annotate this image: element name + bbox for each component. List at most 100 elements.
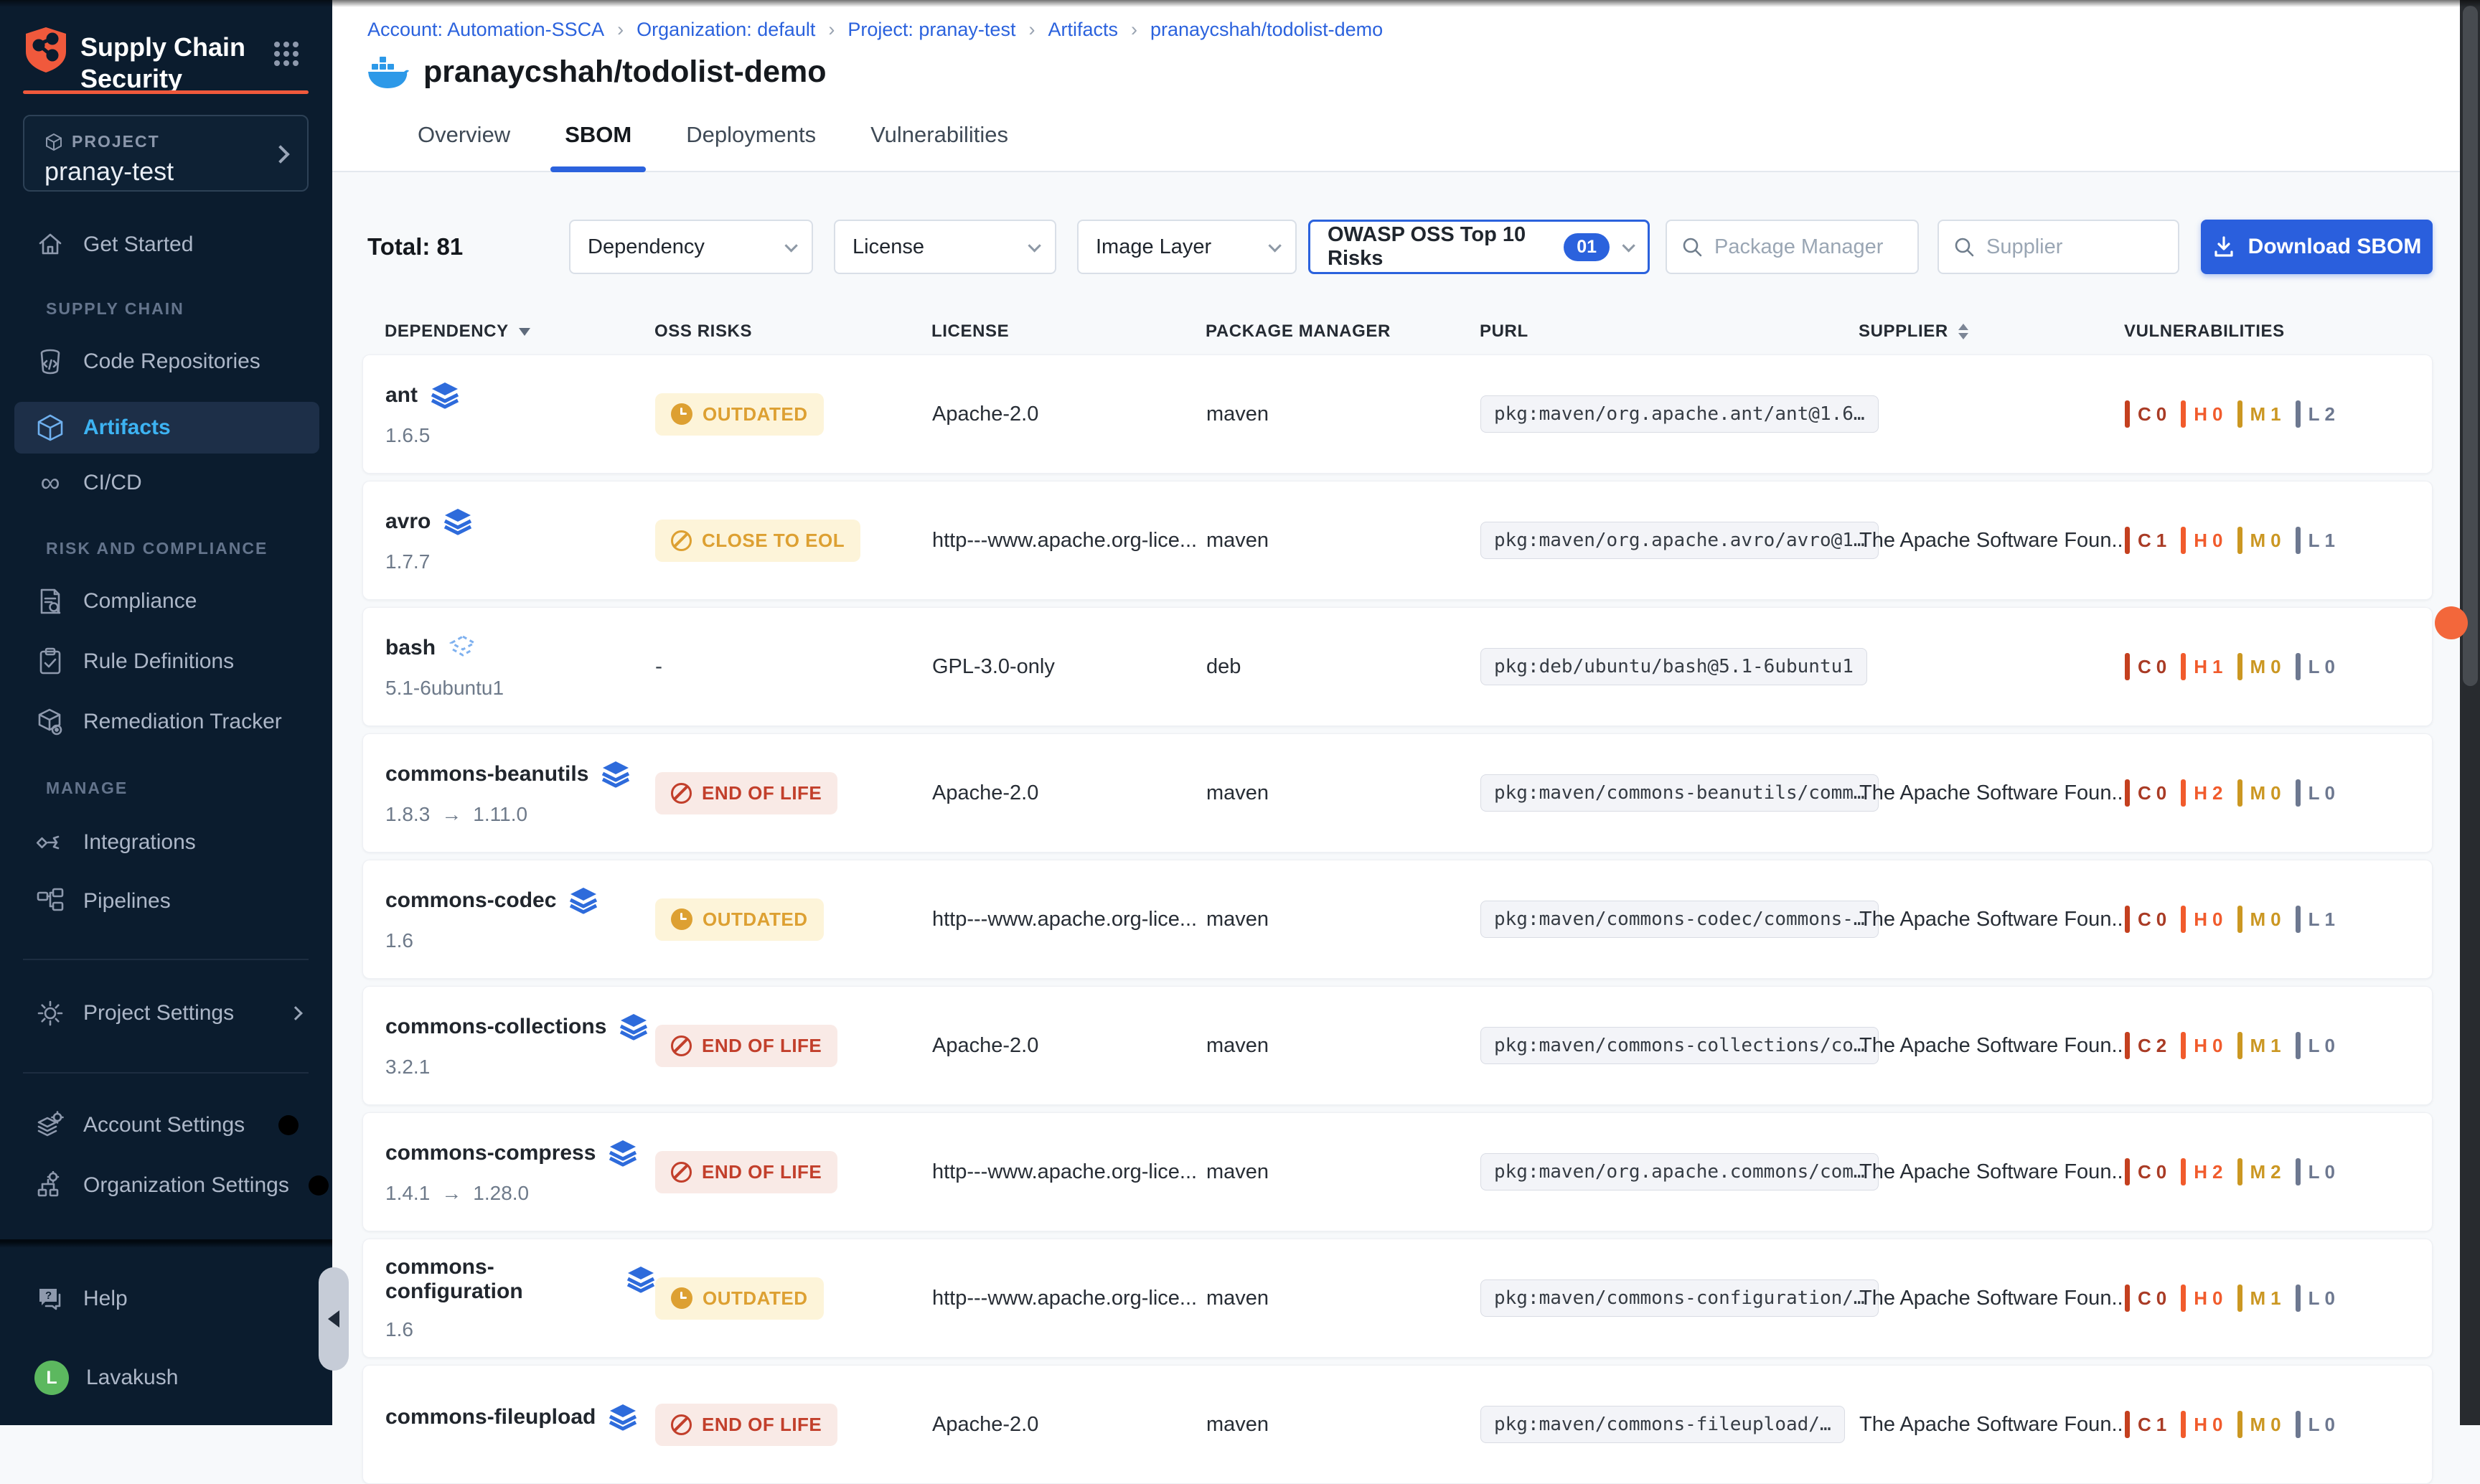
supplier-search[interactable] xyxy=(1938,220,2179,274)
breadcrumb-account[interactable]: Account: Automation-SSCA xyxy=(367,19,604,41)
tab-deployments[interactable]: Deployments xyxy=(682,116,820,171)
critical-count: C0 xyxy=(2125,1158,2166,1185)
sidebar-item-code-repositories[interactable]: Code Repositories xyxy=(14,340,319,383)
sidebar-item-get-started[interactable]: Get Started xyxy=(14,223,319,266)
chevron-down-icon xyxy=(784,239,797,252)
oss-risk-badge: END OF LIFE xyxy=(655,1151,837,1193)
tab-sbom[interactable]: SBOM xyxy=(560,116,636,171)
sidebar-item-remediation-tracker[interactable]: Remediation Tracker xyxy=(14,700,319,743)
upgrade-arrow-icon: → xyxy=(441,1182,461,1205)
package-manager-search[interactable] xyxy=(1666,220,1919,274)
sidebar-item-cicd[interactable]: ∞ CI/CD xyxy=(14,461,319,504)
sidebar-item-rule-definitions[interactable]: Rule Definitions xyxy=(14,640,319,683)
purl-value[interactable]: pkg:maven/org.apache.ant/ant@1.6… xyxy=(1480,395,1879,433)
breadcrumb-separator: › xyxy=(828,19,835,41)
supplier-value: The Apache Software Foun... xyxy=(1859,1413,2125,1437)
license-value: Apache-2.0 xyxy=(932,1034,1206,1058)
sidebar-item-help[interactable]: ? Help xyxy=(14,1277,319,1320)
package-manager-value: maven xyxy=(1206,781,1480,805)
oss-risk-badge: OUTDATED xyxy=(655,1277,824,1320)
sidebar-collapse-handle[interactable] xyxy=(319,1267,349,1371)
medium-count: M1 xyxy=(2237,400,2281,428)
medium-count: M0 xyxy=(2237,906,2281,933)
sidebar-item-compliance[interactable]: Compliance xyxy=(14,580,319,623)
purl-value[interactable]: pkg:maven/commons-beanutils/comm… xyxy=(1480,774,1879,812)
column-dependency[interactable]: DEPENDENCY xyxy=(385,321,654,342)
breadcrumb-artifact-name[interactable]: pranaycshah/todolist-demo xyxy=(1150,19,1383,41)
sidebar-item-organization-settings[interactable]: Organization Settings xyxy=(14,1164,319,1207)
purl-value[interactable]: pkg:deb/ubuntu/bash@5.1-6ubuntu1 xyxy=(1480,648,1867,685)
main-content: Account: Automation-SSCA › Organization:… xyxy=(332,0,2480,1425)
sidebar-item-artifacts[interactable]: Artifacts xyxy=(14,402,319,454)
vulnerability-counts: C0 H2 M2 L0 xyxy=(2125,1158,2432,1185)
docker-icon xyxy=(367,56,409,89)
scrollbar-thumb[interactable] xyxy=(2463,6,2478,686)
license-filter-dropdown[interactable]: License xyxy=(834,220,1056,274)
table-header: DEPENDENCY OSS RISKS LICENSE PACKAGE MAN… xyxy=(362,313,2433,350)
chevron-left-icon xyxy=(328,1310,339,1328)
table-row[interactable]: commons-configuration 1.6 xyxy=(362,1239,2433,1358)
license-value: http---www.apache.org-lice... xyxy=(932,1160,1206,1184)
medium-count: M2 xyxy=(2237,1158,2281,1185)
notification-dot[interactable] xyxy=(2435,606,2468,639)
table-row[interactable]: commons-fileupload xyxy=(362,1365,2433,1484)
column-purl: PURL xyxy=(1480,321,1859,342)
oss-risk-badge: END OF LIFE xyxy=(655,1025,837,1067)
dependency-version: 1.6 xyxy=(385,1318,655,1341)
supplier-search-input[interactable] xyxy=(1986,235,2164,259)
sidebar-item-pipelines[interactable]: Pipelines xyxy=(14,880,319,923)
package-manager-value: maven xyxy=(1206,908,1480,931)
vulnerability-counts: C0 H2 M0 L0 xyxy=(2125,779,2432,807)
purl-value[interactable]: pkg:maven/org.apache.avro/avro@1… xyxy=(1480,522,1879,559)
purl-value[interactable]: pkg:maven/org.apache.commons/com… xyxy=(1480,1153,1879,1191)
breadcrumb-artifacts[interactable]: Artifacts xyxy=(1048,19,1118,41)
tab-vulnerabilities[interactable]: Vulnerabilities xyxy=(866,116,1013,171)
tab-overview[interactable]: Overview xyxy=(413,116,515,171)
medium-count: M0 xyxy=(2237,527,2281,554)
sidebar-item-account-settings[interactable]: Account Settings xyxy=(14,1104,319,1147)
supplier-value: The Apache Software Foun... xyxy=(1859,1287,2125,1310)
download-sbom-button[interactable]: Download SBOM xyxy=(2201,220,2433,274)
column-supplier[interactable]: SUPPLIER xyxy=(1859,321,2124,342)
license-value: Apache-2.0 xyxy=(932,403,1206,426)
compliance-document-icon xyxy=(34,586,66,617)
page-scrollbar[interactable] xyxy=(2460,0,2480,1425)
info-icon[interactable] xyxy=(306,1173,331,1198)
breadcrumb-organization[interactable]: Organization: default xyxy=(637,19,815,41)
info-icon[interactable] xyxy=(276,1113,301,1137)
vulnerability-counts: C2 H0 M1 L0 xyxy=(2125,1032,2432,1059)
table-row[interactable]: commons-codec 1.6 xyxy=(362,860,2433,979)
purl-value[interactable]: pkg:maven/commons-collections/co… xyxy=(1480,1027,1879,1064)
sidebar-item-integrations[interactable]: Integrations xyxy=(14,821,319,864)
image-layer-filter-dropdown[interactable]: Image Layer xyxy=(1077,220,1297,274)
package-manager-search-input[interactable] xyxy=(1714,235,1903,259)
license-value: http---www.apache.org-lice... xyxy=(932,1287,1206,1310)
chevron-right-icon xyxy=(271,145,289,163)
owasp-risks-filter-dropdown[interactable]: OWASP OSS Top 10 Risks 01 xyxy=(1308,220,1650,274)
dependency-version: 5.1-6ubuntu1 xyxy=(385,677,655,700)
table-row[interactable]: ant 1.6.5 xyxy=(362,354,2433,474)
sidebar-item-user[interactable]: L Lavakush xyxy=(14,1356,319,1399)
infinity-icon: ∞ xyxy=(34,467,66,499)
layers-icon xyxy=(609,1403,637,1432)
app-grid-icon[interactable] xyxy=(273,40,300,67)
table-row[interactable]: commons-compress 1.4.1 → 1.28.0 xyxy=(362,1112,2433,1231)
project-selector[interactable]: PROJECT pranay-test xyxy=(23,115,309,192)
table-row[interactable]: avro 1.7.7 xyxy=(362,481,2433,600)
dependency-name: commons-compress xyxy=(385,1141,596,1165)
high-count: H0 xyxy=(2181,1411,2222,1438)
table-row[interactable]: commons-beanutils 1.8.3 → 1.11.0 xyxy=(362,733,2433,853)
dependency-filter-dropdown[interactable]: Dependency xyxy=(569,220,813,274)
search-icon xyxy=(1681,236,1703,258)
purl-value[interactable]: pkg:maven/commons-fileupload/… xyxy=(1480,1406,1845,1443)
table-row[interactable]: bash 5.1-6ubuntu1 xyxy=(362,607,2433,726)
sidebar-item-project-settings[interactable]: Project Settings xyxy=(14,992,319,1035)
upgrade-arrow-icon: → xyxy=(441,803,461,826)
table-row[interactable]: commons-collections 3.2.1 xyxy=(362,986,2433,1105)
oss-risk-badge: END OF LIFE xyxy=(655,1404,837,1446)
purl-value[interactable]: pkg:maven/commons-configuration/… xyxy=(1480,1279,1879,1317)
low-count: L1 xyxy=(2296,527,2335,554)
breadcrumb-project[interactable]: Project: pranay-test xyxy=(847,19,1015,41)
dependency-version: 1.6.5 xyxy=(385,424,655,447)
purl-value[interactable]: pkg:maven/commons-codec/commons-… xyxy=(1480,901,1879,938)
